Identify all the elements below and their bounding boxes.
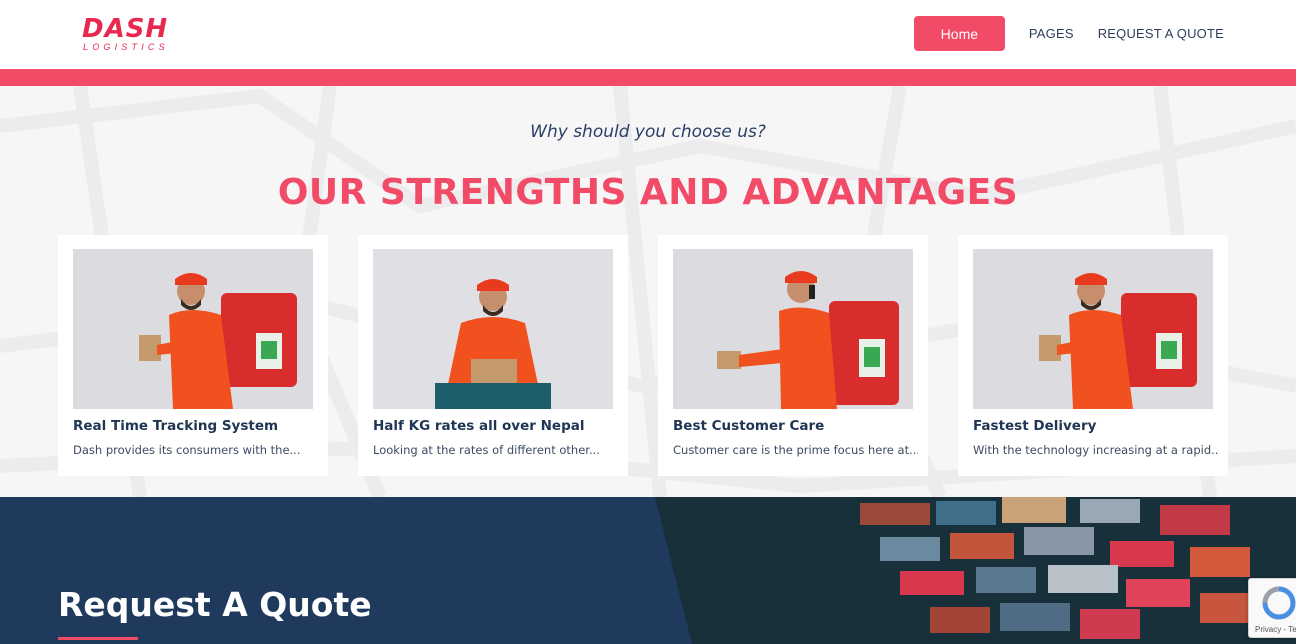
card-title: Half KG rates all over Nepal <box>373 418 585 434</box>
main-nav: Home PAGES REQUEST A QUOTE <box>913 16 1224 51</box>
section-headline: OUR STRENGTHS AND ADVANTAGES <box>277 172 1019 213</box>
strength-card[interactable]: Half KG rates all over Nepal Looking at … <box>358 235 628 476</box>
recaptcha-icon <box>1262 586 1296 620</box>
nav-home-button[interactable]: Home <box>913 16 1005 51</box>
section-eyebrow: Why should you choose us? <box>530 122 766 142</box>
logo-wordmark: DASH <box>82 14 169 44</box>
card-title: Real Time Tracking System <box>73 418 279 434</box>
card-title: Fastest Delivery <box>973 418 1097 434</box>
card-title: Best Customer Care <box>673 418 825 434</box>
card-excerpt: Customer care is the prime focus here at… <box>673 443 918 457</box>
quote-section-title: Request A Quote <box>58 585 372 624</box>
card-excerpt: Looking at the rates of different other.… <box>373 443 600 457</box>
card-excerpt: With the technology increasing at a rapi… <box>973 443 1218 457</box>
card-image-courier-with-box <box>973 249 1213 409</box>
nav-pages-link[interactable]: PAGES <box>1029 26 1074 41</box>
strength-card[interactable]: Fastest Delivery With the technology inc… <box>958 235 1228 476</box>
card-image-courier-with-box <box>73 249 313 409</box>
quote-title-underline <box>58 637 138 640</box>
recaptcha-privacy-link[interactable]: Privacy - Te <box>1255 625 1296 634</box>
card-image-courier-seated <box>373 249 613 409</box>
recaptcha-badge[interactable]: Privacy - Te <box>1248 578 1296 638</box>
card-excerpt: Dash provides its consumers with the... <box>73 443 301 457</box>
strength-card[interactable]: Best Customer Care Customer care is the … <box>658 235 928 476</box>
strength-card[interactable]: Real Time Tracking System Dash provides … <box>58 235 328 476</box>
request-quote-section: Request A Quote <box>0 497 1296 644</box>
nav-request-quote-link[interactable]: REQUEST A QUOTE <box>1098 26 1224 41</box>
logo-tagline: LOGISTICS <box>83 42 169 52</box>
dash-logo[interactable]: DASH LOGISTICS <box>80 14 180 58</box>
card-image-courier-on-phone <box>673 249 913 409</box>
strengths-section: Why should you choose us? OUR STRENGTHS … <box>0 86 1296 497</box>
site-header: DASH LOGISTICS Home PAGES REQUEST A QUOT… <box>0 0 1296 69</box>
header-accent-bar <box>0 69 1296 86</box>
